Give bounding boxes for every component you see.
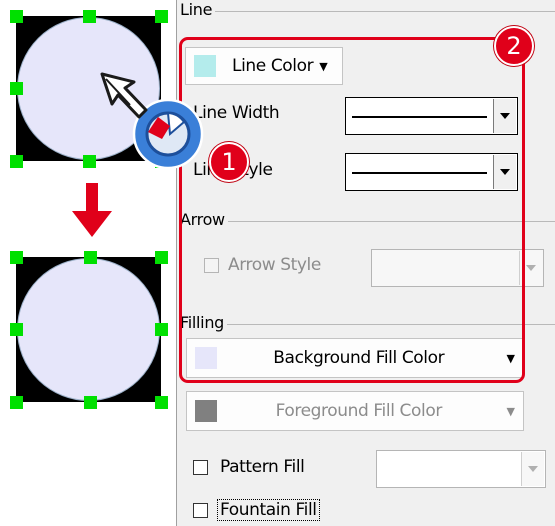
mouse-pointer-icon [100,72,148,119]
selection-handle[interactable] [83,155,96,168]
fountain-fill-checkbox[interactable] [193,503,208,518]
step-1-badge: 1 [209,142,249,182]
selection-handle [10,251,23,264]
selection-handle [84,396,97,409]
chevron-down-icon: ▼ [506,404,515,418]
chevron-down-icon [526,265,536,271]
step-2-badge: 2 [494,26,534,66]
pattern-fill-dropdown-button[interactable] [521,452,544,486]
fountain-fill-label: Fountain Fill [217,499,320,521]
selection-handle[interactable] [10,10,23,23]
pattern-fill-select[interactable] [376,450,546,488]
selection-handle[interactable] [10,155,23,168]
selection-handle [155,323,168,336]
selection-handle[interactable] [83,10,96,23]
line-group-divider [181,11,555,12]
down-arrow-icon [72,183,112,237]
selection-handle [84,251,97,264]
foreground-fill-color-button[interactable]: Foreground Fill Color ▼ [186,391,524,431]
pattern-fill-checkbox[interactable] [193,460,208,475]
chevron-down-icon [528,466,538,472]
selection-handle [155,251,168,264]
highlight-frame [179,37,525,383]
selection-handle[interactable] [10,82,23,95]
selection-handle [155,396,168,409]
foreground-fill-swatch [195,400,217,422]
selection-handle[interactable] [155,10,168,23]
line-group-title: Line [180,0,216,19]
pattern-fill-label: Pattern Fill [220,457,305,477]
circle-shape [17,258,160,401]
foreground-fill-label: Foreground Fill Color [275,401,443,421]
selection-handle [10,323,23,336]
shape-after-background [16,257,161,402]
selection-handle [10,396,23,409]
